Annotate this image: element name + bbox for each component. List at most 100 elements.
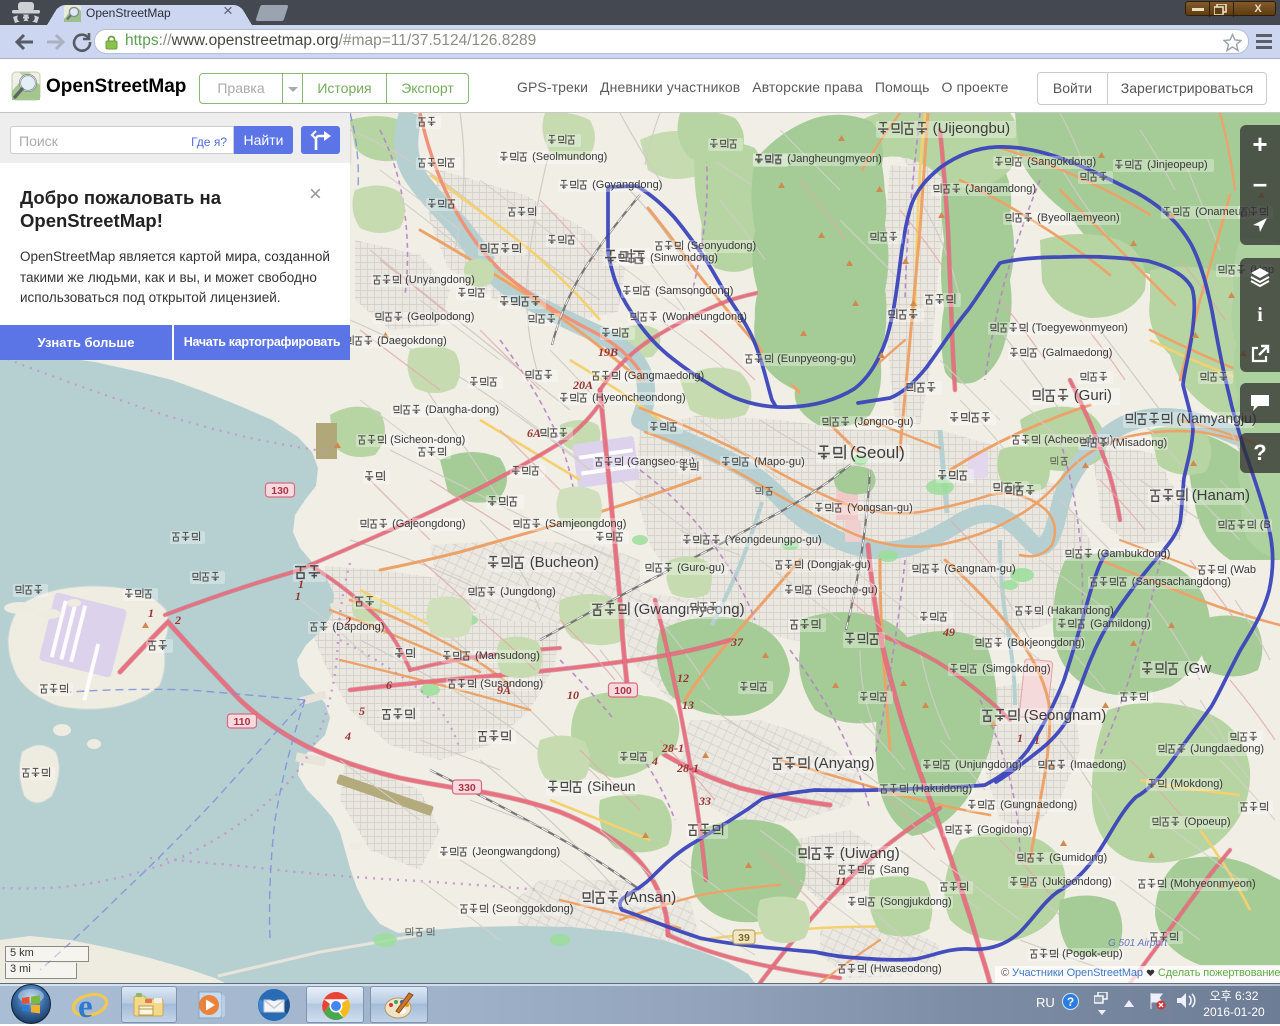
svg-text:(Dongjak-gu): (Dongjak-gu) (807, 559, 871, 571)
svg-text:(Hyeoncheondong): (Hyeoncheondong) (592, 392, 686, 404)
svg-text:(Jangamdong): (Jangamdong) (965, 183, 1036, 195)
svg-text:6A: 6A (527, 426, 541, 440)
svg-text:11: 11 (835, 874, 846, 888)
svg-text:110: 110 (234, 716, 251, 728)
svg-text:2: 2 (174, 613, 181, 627)
svg-text:(Gangmaedong): (Gangmaedong) (624, 370, 704, 382)
svg-text:330: 330 (458, 782, 476, 794)
svg-text:G 501 Airport: G 501 Airport (1108, 938, 1168, 949)
svg-text:(Gangnam-gu): (Gangnam-gu) (944, 563, 1016, 575)
svg-text:(Gamildong): (Gamildong) (1090, 618, 1151, 630)
svg-text:(Seonggokdong): (Seonggokdong) (492, 903, 573, 915)
svg-text:6: 6 (386, 678, 392, 692)
svg-text:(Yeongdeungpo-gu): (Yeongdeungpo-gu) (725, 534, 822, 546)
svg-text:(Gajeongdong): (Gajeongdong) (392, 518, 465, 530)
svg-text:(Seoul): (Seoul) (850, 443, 905, 462)
svg-text:(Guri): (Guri) (1074, 387, 1112, 404)
svg-text:(Eunpyeong-gu): (Eunpyeong-gu) (777, 353, 856, 365)
svg-text:(Sinwondong): (Sinwondong) (650, 252, 718, 264)
svg-text:(Susandong): (Susandong) (480, 678, 543, 690)
svg-text:(Seongnam): (Seongnam) (1024, 707, 1107, 724)
svg-text:(Gungnaedong): (Gungnaedong) (1000, 799, 1077, 811)
svg-text:(Sicheon-dong): (Sicheon-dong) (390, 434, 465, 446)
svg-text:1: 1 (148, 606, 154, 620)
svg-text:28-1: 28-1 (661, 741, 684, 755)
svg-text:(Hanam): (Hanam) (1192, 487, 1250, 504)
svg-text:13: 13 (682, 698, 694, 712)
svg-text:(Hwaseodong): (Hwaseodong) (870, 963, 942, 975)
svg-text:(Pogok-eup): (Pogok-eup) (1062, 948, 1123, 960)
svg-text:2: 2 (344, 614, 351, 628)
svg-text:(Seolmundong): (Seolmundong) (532, 151, 607, 163)
svg-text:1: 1 (295, 589, 301, 603)
svg-text:(Jungdaedong): (Jungdaedong) (1190, 743, 1264, 755)
svg-text:(Hakamdong): (Hakamdong) (1047, 605, 1114, 617)
svg-text:28-1: 28-1 (676, 761, 699, 775)
svg-text:20A: 20A (572, 378, 593, 392)
svg-text:(Misadong): (Misadong) (1112, 437, 1167, 449)
svg-text:(Sang: (Sang (880, 864, 909, 876)
svg-text:(Jeongwangdong): (Jeongwangdong) (472, 846, 560, 858)
svg-text:130: 130 (271, 485, 289, 497)
svg-text:(Uiwang): (Uiwang) (840, 845, 900, 862)
svg-text:(Sangokdong): (Sangokdong) (1027, 156, 1096, 168)
svg-text:33: 33 (698, 794, 711, 808)
svg-text:(Goyangdong): (Goyangdong) (592, 179, 662, 191)
svg-text:4: 4 (344, 729, 351, 743)
svg-text:(Byeollaemyeon): (Byeollaemyeon) (1037, 212, 1120, 224)
svg-text:1: 1 (1034, 733, 1040, 747)
svg-text:1: 1 (1017, 731, 1023, 745)
svg-text:(Uijeongbu): (Uijeongbu) (933, 120, 1011, 137)
svg-text:(Jinjeopeup): (Jinjeopeup) (1147, 159, 1208, 171)
svg-text:(Guro-gu): (Guro-gu) (677, 562, 725, 574)
svg-text:9A: 9A (497, 683, 511, 697)
svg-text:(Sangsachangdong): (Sangsachangdong) (1132, 576, 1231, 588)
svg-text:(Dapdong): (Dapdong) (332, 621, 384, 633)
svg-text:49: 49 (942, 625, 955, 639)
svg-text:(Unyangdong): (Unyangdong) (405, 274, 475, 286)
svg-text:(Yongsan-gu): (Yongsan-gu) (847, 502, 913, 514)
svg-text:100: 100 (614, 685, 632, 697)
svg-text:(Songjukdong): (Songjukdong) (880, 896, 952, 908)
svg-text:(Galmaedong): (Galmaedong) (1042, 347, 1112, 359)
svg-text:(Mokdong): (Mokdong) (1170, 778, 1223, 790)
svg-text:(Dangha-dong): (Dangha-dong) (425, 404, 499, 416)
svg-text:19B: 19B (598, 345, 618, 359)
svg-text:(Anyang): (Anyang) (814, 755, 875, 772)
svg-text:(Gw: (Gw (1184, 660, 1212, 677)
svg-text:10: 10 (567, 688, 579, 702)
svg-text:(Opoeup): (Opoeup) (1184, 816, 1230, 828)
svg-text:4: 4 (651, 754, 658, 768)
svg-text:(Mansudong): (Mansudong) (475, 650, 540, 662)
svg-text:37: 37 (730, 635, 744, 649)
svg-text:12: 12 (677, 671, 689, 685)
svg-text:(Jungdong): (Jungdong) (500, 586, 556, 598)
svg-text:(Jongno-gu): (Jongno-gu) (854, 416, 913, 428)
svg-text:(Bucheon): (Bucheon) (530, 554, 599, 571)
svg-text:(Hakuidong): (Hakuidong) (912, 783, 972, 795)
svg-text:(Gambukdong): (Gambukdong) (1097, 548, 1170, 560)
svg-text:(Simgokdong): (Simgokdong) (982, 663, 1050, 675)
svg-text:e: e (78, 989, 93, 1024)
svg-text:(Wab: (Wab (1230, 564, 1256, 576)
svg-text:(Wonheungdong): (Wonheungdong) (662, 311, 747, 323)
svg-text:(Seocho-gu): (Seocho-gu) (817, 584, 878, 596)
svg-text:(Samjeongdong): (Samjeongdong) (545, 518, 626, 530)
svg-text:(B: (B (1260, 519, 1271, 531)
svg-text:(Gogidong): (Gogidong) (977, 824, 1032, 836)
svg-text:(Toegyewonmyeon): (Toegyewonmyeon) (1032, 322, 1128, 334)
svg-text:(Daegokdong): (Daegokdong) (377, 335, 447, 347)
svg-text:(Siheun: (Siheun (587, 778, 635, 794)
svg-text:(Mohyeonmyeon): (Mohyeonmyeon) (1170, 878, 1256, 890)
svg-text:39: 39 (738, 932, 750, 944)
svg-text:(Geolpodong): (Geolpodong) (407, 311, 474, 323)
svg-text:(Seonyudong): (Seonyudong) (687, 240, 756, 252)
svg-text:(Mapo-gu): (Mapo-gu) (754, 456, 805, 468)
svg-text:(Unjungdong): (Unjungdong) (955, 759, 1022, 771)
svg-text:5: 5 (359, 704, 365, 718)
svg-text:(Jukjeondong): (Jukjeondong) (1042, 876, 1112, 888)
svg-text:(Samsongdong): (Samsongdong) (655, 285, 733, 297)
svg-text:(Gumidong): (Gumidong) (1049, 852, 1107, 864)
svg-text:(Jangheungmyeon): (Jangheungmyeon) (787, 153, 882, 165)
svg-text:(Bokjeongdong): (Bokjeongdong) (1007, 637, 1085, 649)
